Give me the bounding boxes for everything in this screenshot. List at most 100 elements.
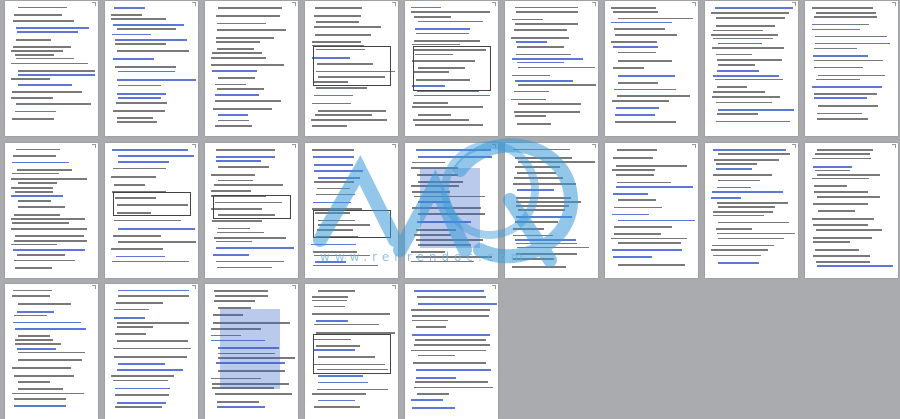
text-line [417, 393, 449, 395]
text-line [716, 163, 757, 165]
text-line [612, 169, 655, 171]
text-line [16, 58, 74, 59]
page-corner-mark [692, 144, 696, 148]
text-line [111, 375, 174, 377]
text-line [812, 218, 874, 220]
text-line [111, 14, 142, 16]
text-line [11, 50, 63, 52]
text-line [615, 121, 676, 123]
page-thumbnail[interactable] [305, 1, 398, 136]
text-line [314, 181, 354, 183]
page-corner-mark [792, 144, 796, 148]
text-line [512, 75, 550, 76]
text-line [117, 28, 176, 30]
text-line [115, 406, 162, 408]
text-line [517, 62, 564, 63]
text-line [515, 7, 578, 8]
text-line [216, 241, 252, 242]
text-line [412, 334, 490, 336]
text-line [618, 60, 672, 62]
text-line [518, 161, 595, 163]
page-thumbnail[interactable] [105, 143, 198, 278]
text-line [718, 64, 755, 66]
page-thumbnail[interactable] [705, 1, 798, 136]
text-line [618, 52, 656, 53]
text-line [514, 111, 580, 113]
text-line [716, 25, 775, 27]
page-thumbnail[interactable] [205, 143, 298, 278]
page-thumbnail[interactable] [505, 1, 598, 136]
page-thumbnail[interactable] [605, 1, 698, 136]
text-line [115, 394, 169, 396]
text-line [15, 235, 84, 237]
text-line [416, 369, 491, 371]
text-line [215, 393, 292, 395]
text-line [714, 159, 779, 161]
text-line [511, 99, 546, 100]
text-line [113, 58, 154, 60]
text-line [117, 402, 166, 404]
text-line [16, 149, 60, 150]
text-line [15, 267, 52, 269]
text-line [117, 79, 196, 81]
page-corner-mark [392, 285, 396, 289]
page-corner-mark [692, 2, 696, 6]
text-line [216, 37, 274, 39]
text-line [516, 197, 571, 199]
page-thumbnail[interactable] [405, 284, 498, 419]
text-line [416, 377, 456, 379]
page-thumbnail[interactable] [205, 284, 298, 419]
text-line [717, 233, 795, 234]
text-line [711, 249, 768, 251]
page-corner-mark [592, 144, 596, 148]
text-line [812, 86, 882, 88]
text-line [613, 157, 653, 159]
text-line [17, 254, 65, 256]
text-line [12, 393, 84, 394]
text-line [516, 201, 581, 203]
text-line [114, 317, 145, 319]
page-thumbnail[interactable] [105, 284, 198, 419]
page-thumbnail[interactable] [5, 284, 98, 419]
text-line [817, 174, 880, 176]
text-line [11, 244, 57, 245]
text-line [518, 84, 596, 86]
text-line [211, 190, 251, 192]
text-line [413, 119, 469, 121]
page-thumbnail[interactable] [805, 143, 898, 278]
text-line [812, 29, 860, 30]
text-line [216, 261, 284, 262]
page-thumbnail[interactable] [405, 1, 498, 136]
text-line [518, 103, 581, 105]
page-thumbnail[interactable] [705, 143, 798, 278]
page-thumbnail[interactable] [5, 1, 98, 136]
text-line [411, 309, 490, 311]
text-line [513, 183, 576, 185]
page-thumbnail[interactable] [205, 1, 298, 136]
text-line [813, 241, 850, 243]
page-thumbnail[interactable] [5, 143, 98, 278]
text-line [18, 359, 82, 361]
text-line [716, 54, 752, 55]
text-line [217, 406, 265, 408]
text-line [515, 115, 546, 117]
text-line [313, 265, 378, 266]
page-thumbnail[interactable] [105, 1, 198, 136]
text-line [117, 121, 157, 123]
text-line [417, 296, 486, 298]
text-line [315, 114, 372, 116]
text-line [12, 222, 69, 224]
text-line [115, 39, 187, 41]
text-line [118, 295, 189, 297]
page-thumbnail[interactable] [305, 284, 398, 419]
text-line [114, 184, 145, 186]
text-line [18, 7, 67, 8]
page-thumbnail[interactable] [605, 143, 698, 278]
text-line [812, 24, 869, 25]
text-line [712, 191, 783, 193]
page-thumbnail[interactable] [805, 1, 898, 136]
page-corner-mark [892, 144, 896, 148]
text-line [215, 94, 259, 96]
text-line [115, 388, 170, 389]
text-line [211, 174, 255, 176]
